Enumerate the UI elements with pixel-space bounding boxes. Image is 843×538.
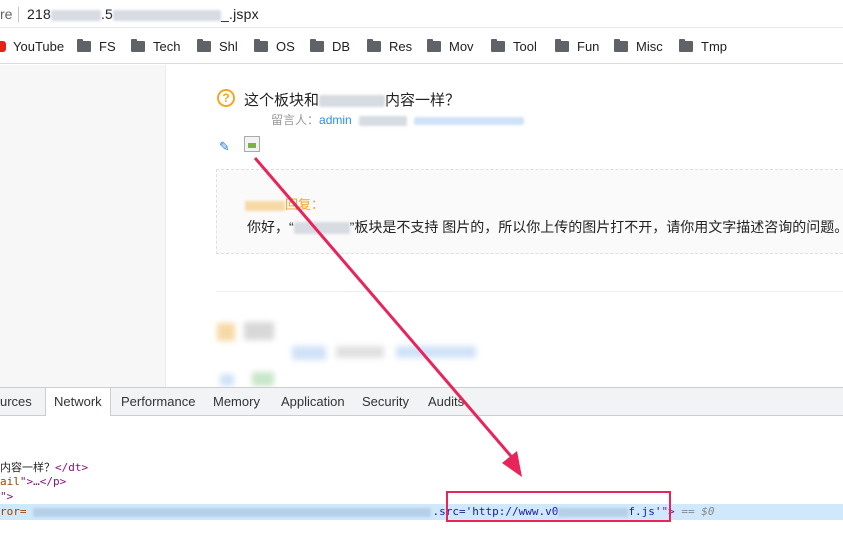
- folder-icon: [77, 39, 91, 52]
- question-title: 这个板块和 内容一样？: [244, 89, 460, 110]
- blurred-post-meta: [336, 346, 384, 358]
- reply-header: 回复：: [245, 194, 324, 213]
- code-line[interactable]: ">: [0, 490, 13, 503]
- blurred-post-title: [244, 322, 274, 340]
- blurred-post-meta: [396, 346, 476, 358]
- bookmark-label: OS: [276, 39, 295, 54]
- reply-text: 你好，“ ”板块是不支持 图片的，所以你上传的图片打不开，请你用文字描述咨询的问题…: [247, 217, 843, 237]
- devtools-tab-bar: urces Network Performance Memory Applica…: [0, 388, 843, 416]
- bookmark-folder-res[interactable]: Res: [367, 39, 412, 54]
- tab-performance[interactable]: Performance: [121, 394, 195, 409]
- bookmark-folder-os[interactable]: OS: [254, 39, 295, 54]
- redacted-code: [32, 507, 431, 517]
- redacted-url-part: [50, 9, 101, 21]
- youtube-icon: [0, 41, 6, 52]
- question-icon: ?: [217, 89, 235, 107]
- broken-image-icon: [244, 136, 260, 152]
- tab-application[interactable]: Application: [281, 394, 345, 409]
- reply-text-start: 你好，“: [247, 219, 294, 235]
- poster-name-link[interactable]: admin: [319, 113, 352, 127]
- code-tag: ">: [0, 490, 14, 503]
- code-tag: ">…</p>: [19, 475, 67, 488]
- tab-memory[interactable]: Memory: [213, 394, 260, 409]
- folder-icon: [131, 39, 145, 52]
- left-sidebar-area: [0, 65, 166, 387]
- bookmark-label: Misc: [636, 39, 663, 54]
- tab-audits[interactable]: Audits: [428, 394, 464, 409]
- selected-marker: == $0: [674, 505, 715, 518]
- folder-icon: [254, 39, 268, 52]
- tab-security[interactable]: Security: [362, 394, 409, 409]
- code-attr: ror=: [0, 505, 27, 518]
- folder-icon: [367, 39, 381, 52]
- tab-sources[interactable]: urces: [0, 394, 32, 409]
- folder-icon: [310, 39, 324, 52]
- url-suffix: _.jspx: [221, 6, 259, 22]
- reply-header-text: 回复：: [285, 197, 325, 212]
- blurred-pencil-icon: [220, 374, 234, 386]
- bookmark-folder-db[interactable]: DB: [310, 39, 350, 54]
- redacted-poster-info: [359, 115, 408, 126]
- address-bar[interactable]: re 218 .5 _.jspx: [0, 0, 843, 28]
- code-line[interactable]: ail">…</p>: [0, 475, 66, 488]
- redacted-poster-email: [414, 116, 525, 125]
- code-text: 内容一样？: [0, 461, 55, 474]
- bookmark-label: Shl: [219, 39, 238, 54]
- folder-icon: [614, 39, 628, 52]
- folder-icon: [555, 39, 569, 52]
- url-mid: .5: [100, 6, 114, 22]
- blurred-post-icon: [217, 323, 235, 341]
- url-prefix: 218: [27, 6, 51, 22]
- bookmark-label: FS: [99, 39, 116, 54]
- divider: [216, 291, 843, 292]
- bookmark-label: DB: [332, 39, 351, 54]
- redacted-board-name: [293, 222, 350, 235]
- bookmark-label: Tmp: [701, 39, 727, 54]
- bookmark-folder-fs[interactable]: FS: [77, 39, 116, 54]
- folder-icon: [491, 39, 505, 52]
- bookmark-folder-fun[interactable]: Fun: [555, 39, 599, 54]
- bookmark-label: YouTube: [13, 39, 65, 54]
- address-bar-divider: [18, 7, 19, 22]
- code-attr: ail: [0, 475, 20, 488]
- bookmark-label: Tool: [513, 39, 537, 54]
- bookmark-label: Tech: [153, 39, 181, 54]
- redacted-board-name: [319, 95, 386, 108]
- elements-tree: 内容一样？</dt> ail">…</p> "> ror= .src='http:…: [0, 417, 843, 538]
- redacted-url-part: [113, 9, 222, 21]
- question-title-start: 这个板块和: [244, 92, 320, 109]
- bookmark-youtube[interactable]: YouTube: [0, 39, 64, 54]
- security-indicator[interactable]: re: [0, 6, 12, 22]
- bookmark-folder-shl[interactable]: Shl: [197, 39, 238, 54]
- poster-label: 留言人：: [271, 113, 320, 127]
- bookmark-label: Fun: [577, 39, 600, 54]
- poster-line: 留言人：admin: [271, 111, 525, 128]
- url-text[interactable]: 218 .5 _.jspx: [27, 6, 259, 22]
- bookmark-label: Mov: [449, 39, 474, 54]
- reply-text-end: ”板块是不支持 图片的，所以你上传的图片打不开，请你用文字描述咨询的问题。: [349, 219, 843, 235]
- blurred-post-meta: [292, 346, 326, 360]
- redacted-replier-name: [245, 200, 285, 211]
- question-title-end: 内容一样？: [385, 92, 461, 109]
- folder-icon: [197, 39, 211, 52]
- bookmark-label: Res: [389, 39, 413, 54]
- bookmark-folder-mov[interactable]: Mov: [427, 39, 474, 54]
- bookmarks-bar: YouTube FS Tech Shl OS DB Res Mov Tool F…: [0, 28, 843, 64]
- code-line[interactable]: 内容一样？</dt>: [0, 459, 88, 475]
- reply-box: 回复： 你好，“ ”板块是不支持 图片的，所以你上传的图片打不开，请你用文字描述咨…: [216, 169, 843, 254]
- devtools-panel: urces Network Performance Memory Applica…: [0, 387, 843, 537]
- bookmark-folder-tech[interactable]: Tech: [131, 39, 180, 54]
- annotation-highlight-box: [446, 491, 671, 522]
- code-tag: </dt>: [55, 461, 89, 474]
- bookmark-folder-tool[interactable]: Tool: [491, 39, 537, 54]
- bookmark-folder-misc[interactable]: Misc: [614, 39, 663, 54]
- tab-network[interactable]: Network: [45, 388, 111, 416]
- bookmark-folder-tmp[interactable]: Tmp: [679, 39, 727, 54]
- folder-icon: [679, 39, 693, 52]
- pencil-icon[interactable]: ✎: [219, 139, 230, 155]
- folder-icon: [427, 39, 441, 52]
- blurred-image: [252, 372, 274, 386]
